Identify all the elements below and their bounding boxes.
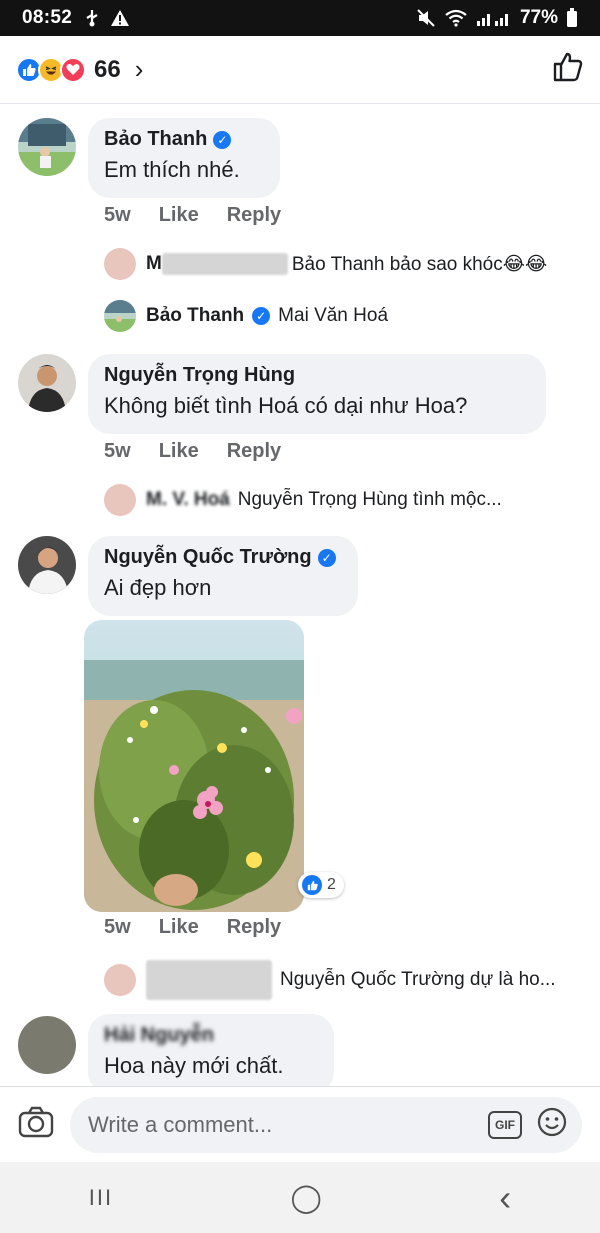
mute-icon — [416, 8, 436, 28]
reply-button[interactable]: Reply — [227, 440, 281, 463]
back-button[interactable]: ‹ — [499, 1177, 511, 1219]
author-name[interactable]: Hải Nguyễn — [104, 1024, 214, 1047]
chevron-right-icon[interactable]: › — [135, 54, 144, 85]
love-reaction-icon — [60, 56, 86, 83]
verified-badge-icon: ✓ — [252, 307, 271, 325]
comment-text: Hoa này mới chất. — [104, 1053, 284, 1078]
reply-text: Nguyễn Quốc Trường dự là ho... — [280, 969, 556, 990]
like-button[interactable]: Like — [159, 204, 199, 227]
reactions-header: 66 › — [0, 36, 600, 104]
like-button[interactable]: Like — [159, 440, 199, 463]
usb-icon — [84, 9, 100, 27]
comment-composer: GIF — [0, 1086, 600, 1162]
comment-bubble[interactable]: Bảo Thanh ✓ Em thích nhé. — [88, 118, 280, 198]
like-outline-icon[interactable] — [552, 51, 584, 88]
redacted-name — [146, 960, 272, 1000]
avatar[interactable] — [104, 300, 136, 332]
comment-author[interactable]: Bảo Thanh ✓ — [104, 128, 264, 151]
comment-input-wrapper: GIF — [70, 1096, 582, 1153]
emoji-icon[interactable] — [536, 1106, 568, 1143]
android-nav-bar: III ◯ ‹ — [0, 1162, 600, 1233]
like-reaction-icon — [302, 875, 322, 895]
reply-preview[interactable]: Bảo Thanh ✓ Mai Văn Hoá — [104, 300, 388, 332]
avatar[interactable] — [18, 1016, 76, 1074]
comment-time: 5w — [104, 916, 131, 938]
wifi-icon — [444, 9, 468, 27]
comment-photo[interactable] — [84, 620, 304, 912]
photo-reaction-count: 2 — [327, 876, 336, 893]
comment-actions: 5w Like Reply — [104, 204, 281, 227]
author-name[interactable]: Bảo Thanh — [104, 128, 207, 151]
comment-bubble[interactable]: Nguyễn Quốc Trường ✓ Ai đẹp hơn — [88, 536, 358, 616]
redacted-name — [161, 253, 288, 275]
reply-button[interactable]: Reply — [227, 204, 281, 227]
comment-bubble[interactable]: Hải Nguyễn Hoa này mới chất. — [88, 1014, 334, 1086]
comment-text: Em thích nhé. — [104, 157, 240, 182]
comment-time: 5w — [104, 204, 131, 226]
reply-author[interactable]: M — [146, 253, 162, 275]
photo-reactions[interactable]: 2 — [298, 872, 344, 898]
reply-text: Bảo Thanh bảo sao khóc😂😂 — [291, 253, 548, 275]
reply-author[interactable]: M. V. Hoá — [146, 489, 230, 511]
reply-author[interactable]: Bảo Thanh — [146, 305, 244, 327]
comment-text: Ai đẹp hơn — [104, 575, 212, 600]
reply-preview[interactable]: M. V. Hoá Nguyễn Trọng Hùng tình mộc... — [104, 484, 502, 516]
comment-time: 5w — [104, 440, 131, 462]
avatar[interactable] — [104, 964, 136, 996]
verified-badge-icon: ✓ — [317, 548, 336, 567]
recent-apps-button[interactable]: III — [89, 1185, 113, 1211]
comment-input[interactable] — [88, 1111, 488, 1138]
status-bar: 08:52 77% — [0, 0, 600, 36]
home-button[interactable]: ◯ — [291, 1181, 322, 1214]
like-button[interactable]: Like — [159, 916, 199, 939]
comment-bubble[interactable]: Nguyễn Trọng Hùng Không biết tình Hoá có… — [88, 354, 546, 434]
reactions-summary[interactable] — [16, 56, 86, 83]
signal-icon — [476, 9, 512, 27]
comment-actions: 5w Like Reply — [104, 916, 281, 939]
author-name[interactable]: Nguyễn Trọng Hùng — [104, 364, 295, 387]
reply-text: Mai Văn Hoá — [278, 305, 389, 326]
warning-icon — [110, 9, 130, 27]
avatar[interactable] — [18, 536, 76, 594]
avatar[interactable] — [104, 248, 136, 280]
avatar[interactable] — [18, 354, 76, 412]
reply-preview[interactable]: M Bảo Thanh bảo sao khóc😂😂 — [104, 248, 547, 280]
reply-text: Nguyễn Trọng Hùng tình mộc... — [237, 489, 502, 510]
battery-icon — [566, 8, 578, 28]
comment-actions: 5w Like Reply — [104, 440, 281, 463]
reaction-count[interactable]: 66 — [94, 56, 121, 84]
avatar[interactable] — [104, 484, 136, 516]
comments-list: Bảo Thanh ✓ Em thích nhé. 5w Like Reply … — [0, 104, 600, 1086]
comment-author[interactable]: Nguyễn Quốc Trường ✓ — [104, 546, 342, 569]
gif-button[interactable]: GIF — [488, 1110, 522, 1139]
reply-preview[interactable]: Nguyễn Quốc Trường dự là ho... — [104, 960, 556, 1000]
comment-author[interactable]: Hải Nguyễn — [104, 1024, 318, 1047]
comment-author[interactable]: Nguyễn Trọng Hùng — [104, 364, 530, 387]
battery-percent: 77% — [519, 7, 558, 28]
avatar[interactable] — [18, 118, 76, 176]
comment-text: Không biết tình Hoá có dại như Hoa? — [104, 393, 468, 418]
status-time: 08:52 — [22, 7, 73, 28]
author-name[interactable]: Nguyễn Quốc Trường — [104, 546, 312, 569]
camera-icon[interactable] — [18, 1106, 54, 1143]
reply-button[interactable]: Reply — [227, 916, 281, 939]
verified-badge-icon: ✓ — [213, 130, 232, 149]
